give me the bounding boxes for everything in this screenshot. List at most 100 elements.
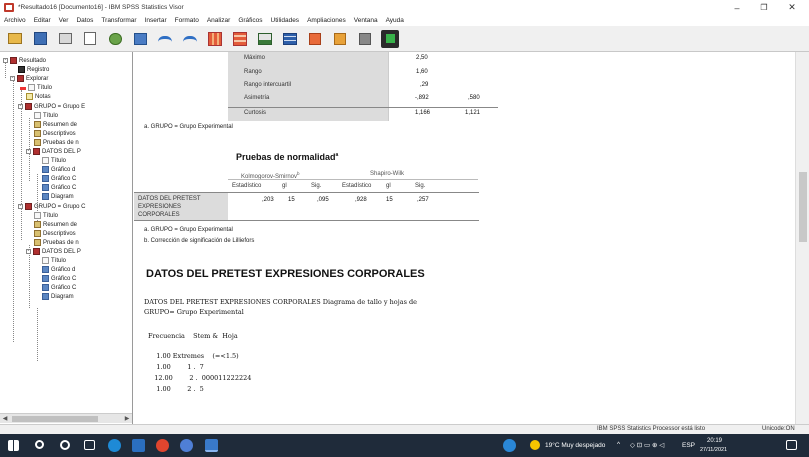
tray-icons[interactable]: ◇ ⊡ ▭ ⊕ ◁ (630, 441, 664, 449)
tree-item-datos-del[interactable]: - DATOS DEL P (26, 147, 81, 156)
title-icon (42, 257, 49, 264)
tree-item-explorar[interactable]: - Explorar (10, 74, 48, 83)
menu-datos[interactable]: Datos (76, 17, 93, 24)
chart-icon (42, 284, 49, 291)
undo-icon[interactable] (156, 30, 174, 48)
variables-icon[interactable] (256, 30, 274, 48)
menu-ampliaciones[interactable]: Ampliaciones (307, 17, 346, 24)
cortana-icon[interactable] (60, 440, 70, 450)
tree-item-diagrama[interactable]: Diagram (42, 292, 74, 301)
tree-item-grafico[interactable]: Gráfico d (42, 165, 75, 174)
tree-item-titulo[interactable]: Título (20, 83, 52, 92)
tree-item-titulo[interactable]: Título (34, 111, 58, 120)
tree-item-grafico[interactable]: Gráfico d (42, 265, 75, 274)
menu-insertar[interactable]: Insertar (145, 17, 167, 24)
scroll-thumb[interactable] (799, 172, 807, 242)
task-view-icon[interactable] (84, 440, 95, 450)
tree-item-resumen[interactable]: Resumen de (34, 120, 77, 129)
tree-item-grupo-c[interactable]: - GRUPO = Grupo C (18, 202, 86, 211)
recall-dialog-icon[interactable] (131, 30, 149, 48)
menu-editar[interactable]: Editar (34, 17, 51, 24)
insert-output-icon[interactable] (381, 29, 399, 48)
collapse-toggle[interactable]: - (10, 76, 15, 81)
clock-date[interactable]: 27/11/2021 (700, 447, 727, 453)
promote-icon[interactable] (306, 30, 324, 48)
tray-chevron-icon[interactable]: ^ (617, 441, 620, 448)
maximize-button[interactable]: ❐ (752, 0, 776, 15)
app-icon[interactable] (180, 439, 193, 452)
desc-stat-curtosis: 1,166 (415, 110, 431, 116)
menu-utilidades[interactable]: Utilidades (271, 17, 300, 24)
print-icon[interactable] (56, 30, 74, 48)
menu-bar: Archivo Editar Ver Datos Transformar Ins… (0, 15, 809, 26)
title-icon (28, 84, 35, 91)
chrome-icon[interactable] (156, 439, 169, 452)
menu-ver[interactable]: Ver (59, 17, 69, 24)
collapse-toggle[interactable]: - (26, 149, 31, 154)
scroll-thumb[interactable] (12, 416, 98, 422)
scroll-left-icon[interactable]: ◀ (1, 415, 9, 423)
book-icon (33, 148, 40, 155)
tree-item-resumen[interactable]: Resumen de (34, 220, 77, 229)
app-tray-icon[interactable] (503, 439, 516, 452)
demote-icon[interactable] (331, 30, 349, 48)
spss-taskbar-icon[interactable] (205, 439, 218, 452)
tree-item-grupo-e[interactable]: - GRUPO = Grupo E (18, 102, 85, 111)
tree-item-datos-del[interactable]: - DATOS DEL P (26, 247, 81, 256)
tree-connector (13, 80, 14, 342)
chart-icon (42, 166, 49, 173)
hide-icon[interactable] (356, 30, 374, 48)
tree-item-resultado[interactable]: - Resultado (3, 56, 46, 65)
menu-ayuda[interactable]: Ayuda (386, 17, 404, 24)
clock-time[interactable]: 20:19 (707, 438, 722, 444)
file-explorer-icon[interactable] (132, 439, 145, 452)
tree-item-grafico[interactable]: Gráfico C (42, 274, 76, 283)
tree-item-notas[interactable]: Notas (26, 92, 51, 101)
search-icon[interactable] (35, 440, 44, 449)
goto-data-icon[interactable] (206, 30, 224, 48)
edge-icon[interactable] (108, 439, 121, 452)
save-icon[interactable] (31, 30, 49, 48)
pivot-icon[interactable] (281, 30, 299, 48)
output-vertical-scrollbar[interactable] (795, 52, 809, 424)
normality-col-ks-gl: gl (282, 183, 287, 189)
goto-case-icon[interactable] (231, 30, 249, 48)
export-icon[interactable] (106, 30, 124, 48)
collapse-toggle[interactable]: - (18, 204, 23, 209)
print-preview-icon[interactable] (81, 30, 99, 48)
minimize-button[interactable]: – (725, 0, 749, 15)
menu-transformar[interactable]: Transformar (101, 17, 136, 24)
menu-analizar[interactable]: Analizar (207, 17, 230, 24)
scroll-right-icon[interactable]: ▶ (123, 415, 131, 423)
stemleaf-line: 1.00 2 . 5 (148, 385, 204, 393)
menu-archivo[interactable]: Archivo (4, 17, 26, 24)
language-indicator[interactable]: ESP (682, 442, 695, 449)
collapse-toggle[interactable]: - (26, 249, 31, 254)
notifications-icon[interactable] (786, 440, 797, 450)
menu-formato[interactable]: Formato (175, 17, 199, 24)
tree-item-descriptivos[interactable]: Descriptivos (34, 129, 76, 138)
open-icon[interactable] (6, 30, 24, 48)
menu-ventana[interactable]: Ventana (354, 17, 378, 24)
tree-item-descriptivos[interactable]: Descriptivos (34, 229, 76, 238)
book-icon (33, 248, 40, 255)
tree-item-grafico[interactable]: Gráfico C (42, 283, 76, 292)
close-button[interactable]: ✕ (780, 0, 804, 15)
collapse-toggle[interactable]: - (3, 58, 8, 63)
tree-item-pruebas[interactable]: Pruebas de n (34, 138, 79, 147)
tree-item-titulo[interactable]: Título (34, 211, 58, 220)
redo-icon[interactable] (181, 30, 199, 48)
start-windows-icon[interactable] (8, 440, 19, 451)
tree-item-titulo[interactable]: Título (42, 156, 66, 165)
tree-item-registro[interactable]: Registro (18, 65, 49, 74)
tree-item-grafico[interactable]: Gráfico C (42, 183, 76, 192)
table-bottom-rule (228, 107, 498, 108)
tree-item-diagrama[interactable]: Diagram (42, 192, 74, 201)
menu-graficos[interactable]: Gráficos (238, 17, 262, 24)
collapse-toggle[interactable]: - (18, 104, 23, 109)
tree-item-pruebas[interactable]: Pruebas de n (34, 238, 79, 247)
weather-text[interactable]: 19°C Muy despejado (545, 442, 605, 449)
outline-horizontal-scrollbar[interactable]: ◀ ▶ (0, 413, 132, 423)
tree-item-grafico[interactable]: Gráfico C (42, 174, 76, 183)
tree-item-titulo[interactable]: Título (42, 256, 66, 265)
